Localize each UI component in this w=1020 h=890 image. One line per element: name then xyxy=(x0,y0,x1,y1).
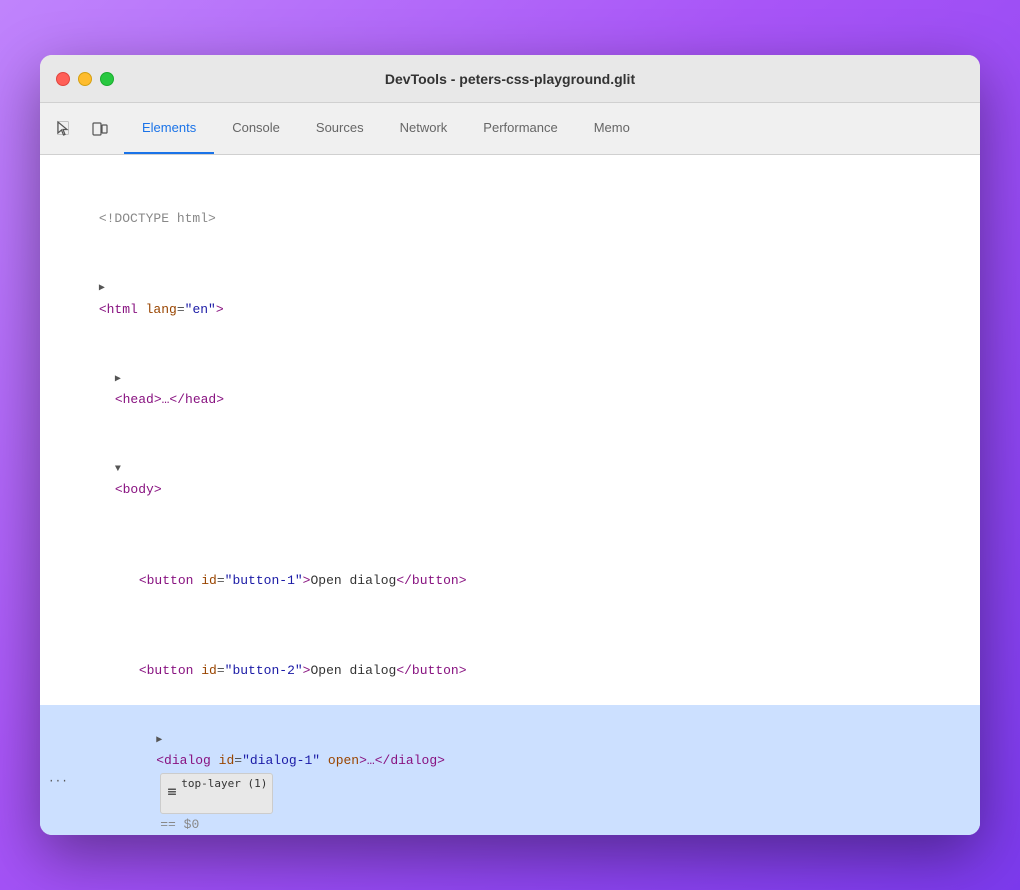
spacer3 xyxy=(139,642,153,659)
cursor-tool-button[interactable] xyxy=(48,113,80,145)
minimize-button[interactable] xyxy=(78,72,92,86)
layers-icon xyxy=(166,787,178,799)
device-icon xyxy=(91,120,109,138)
dom-line-button1[interactable]: <button id="button-1">Open dialog</butto… xyxy=(40,525,980,615)
dom-line-body-open[interactable]: ▼ <body> xyxy=(40,434,980,524)
tab-memo[interactable]: Memo xyxy=(576,103,648,154)
html-arrow[interactable]: ▶ xyxy=(99,280,113,297)
window-title: DevTools - peters-css-playground.glit xyxy=(385,71,635,87)
tab-bar: Elements Console Sources Network Perform… xyxy=(124,103,648,154)
body-tag: <body> xyxy=(115,482,162,497)
close-button[interactable] xyxy=(56,72,70,86)
body-arrow[interactable]: ▼ xyxy=(115,461,129,478)
title-bar: DevTools - peters-css-playground.glit xyxy=(40,55,980,103)
tab-elements[interactable]: Elements xyxy=(124,103,214,154)
head-tag: <head>…</head> xyxy=(115,392,224,407)
tab-performance[interactable]: Performance xyxy=(465,103,575,154)
tab-sources[interactable]: Sources xyxy=(298,103,382,154)
ellipsis-button[interactable]: ··· xyxy=(48,773,68,792)
spacer2 xyxy=(139,552,153,569)
dom-line-doctype[interactable]: <!DOCTYPE html> xyxy=(40,163,980,253)
dialog1-arrow[interactable]: ▶ xyxy=(156,732,170,749)
traffic-lights xyxy=(56,72,114,86)
toolbar: Elements Console Sources Network Perform… xyxy=(40,103,980,155)
top-layer-badge-1: top-layer (1) xyxy=(160,773,273,814)
spacer xyxy=(99,190,113,207)
dom-line-html[interactable]: ▶ <html lang="en"> xyxy=(40,253,980,343)
maximize-button[interactable] xyxy=(100,72,114,86)
elements-panel: <!DOCTYPE html> ▶ <html lang="en"> ▶ <he… xyxy=(40,155,980,835)
dom-line-button2[interactable]: <button id="button-2">Open dialog</butto… xyxy=(40,615,980,705)
head-arrow[interactable]: ▶ xyxy=(115,371,129,388)
device-toggle-button[interactable] xyxy=(84,113,116,145)
tab-network[interactable]: Network xyxy=(382,103,466,154)
dom-line-head[interactable]: ▶ <head>…</head> xyxy=(40,344,980,434)
cursor-icon xyxy=(55,120,73,138)
dom-line-dialog1[interactable]: ··· ▶ <dialog id="dialog-1" open>…</dial… xyxy=(40,705,980,835)
doctype-node: <!DOCTYPE html> xyxy=(99,211,216,226)
dollar-sign: == $0 xyxy=(160,817,199,832)
tab-console[interactable]: Console xyxy=(214,103,298,154)
html-tag: <html xyxy=(99,302,138,317)
devtools-window: DevTools - peters-css-playground.glit xyxy=(40,55,980,835)
toolbar-icons xyxy=(48,113,116,145)
